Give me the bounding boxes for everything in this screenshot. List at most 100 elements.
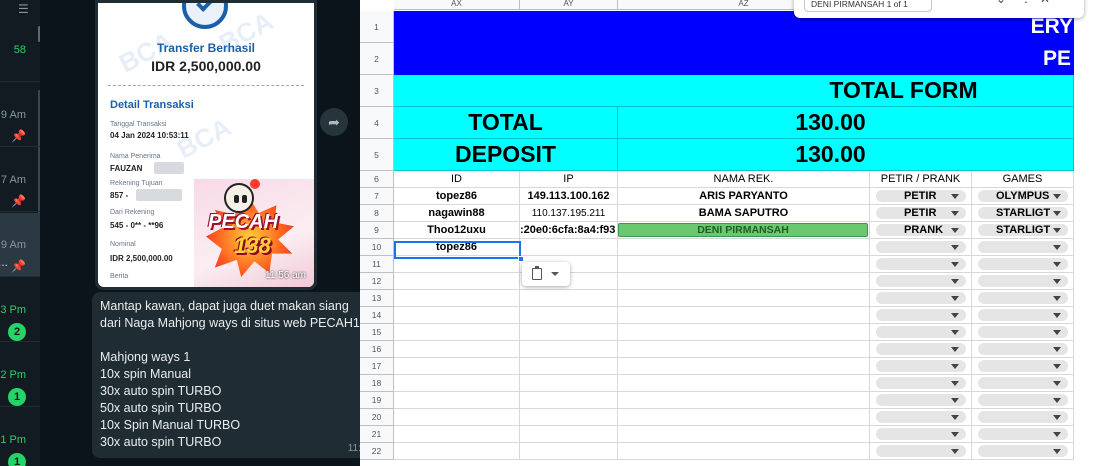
cell-ip[interactable]: [520, 324, 618, 341]
cell-nama[interactable]: [618, 239, 870, 256]
petir-prank-dropdown[interactable]: PRANK: [876, 224, 966, 236]
highlighted-match[interactable]: DENI PIRMANSAH: [618, 223, 868, 237]
cell-ip[interactable]: [520, 290, 618, 307]
cell-petir[interactable]: [870, 426, 972, 443]
cell-petir[interactable]: [870, 358, 972, 375]
games-dropdown[interactable]: STARLIGT: [978, 224, 1068, 236]
cell-games[interactable]: [972, 307, 1074, 324]
dropdown-arrow-icon[interactable]: [1053, 330, 1061, 335]
chat-list-item[interactable]: 3 Pm 2: [0, 278, 40, 342]
petir-prank-dropdown[interactable]: [876, 241, 966, 253]
header-ip[interactable]: IP: [520, 171, 618, 188]
dropdown-arrow-icon[interactable]: [951, 415, 959, 420]
dropdown-arrow-icon[interactable]: [951, 347, 959, 352]
cell-ip[interactable]: 149.113.100.162: [520, 188, 618, 205]
next-match-icon[interactable]: ⌄: [996, 0, 1006, 6]
cell-games[interactable]: [972, 273, 1074, 290]
dropdown-arrow-icon[interactable]: [951, 245, 959, 250]
petir-prank-dropdown[interactable]: [876, 292, 966, 304]
dropdown-arrow-icon[interactable]: [951, 449, 959, 454]
row-header[interactable]: 16: [360, 341, 394, 358]
cell-games[interactable]: [972, 443, 1074, 460]
row-header[interactable]: 1: [360, 11, 394, 43]
dropdown-arrow-icon[interactable]: [951, 279, 959, 284]
clipboard-icon[interactable]: [532, 266, 542, 280]
petir-prank-dropdown[interactable]: [876, 258, 966, 270]
cell-games[interactable]: [972, 409, 1074, 426]
banner-row-2[interactable]: PE: [394, 43, 1074, 75]
games-dropdown[interactable]: [978, 309, 1068, 321]
cell-petir[interactable]: [870, 273, 972, 290]
petir-prank-dropdown[interactable]: [876, 411, 966, 423]
cell-nama[interactable]: [618, 324, 870, 341]
dropdown-arrow-icon[interactable]: [1053, 262, 1061, 267]
cell-id[interactable]: [394, 307, 520, 324]
cell-petir[interactable]: [870, 392, 972, 409]
cell-id[interactable]: [394, 358, 520, 375]
cell-nama[interactable]: [618, 443, 870, 460]
dropdown-arrow-icon[interactable]: [1053, 228, 1061, 233]
row-header[interactable]: 11: [360, 256, 394, 273]
cell-ip[interactable]: [520, 341, 618, 358]
chat-list-item[interactable]: 7 Am 📌: [0, 148, 40, 212]
cell-games[interactable]: [972, 392, 1074, 409]
row-header[interactable]: 5: [360, 139, 394, 171]
previous-match-icon[interactable]: ⌃: [970, 0, 980, 8]
games-dropdown[interactable]: [978, 326, 1068, 338]
games-dropdown[interactable]: [978, 394, 1068, 406]
dropdown-arrow-icon[interactable]: [1053, 211, 1061, 216]
dropdown-arrow-icon[interactable]: [1053, 381, 1061, 386]
chat-list-item[interactable]: 1 Pm 1: [0, 408, 40, 466]
petir-prank-dropdown[interactable]: [876, 360, 966, 372]
dropdown-arrow-icon[interactable]: [1053, 364, 1061, 369]
cell-nama[interactable]: ARIS PARYANTO: [618, 188, 870, 205]
cell-games[interactable]: STARLIGT: [972, 205, 1074, 222]
games-dropdown[interactable]: [978, 411, 1068, 423]
cell-petir[interactable]: [870, 409, 972, 426]
cell-games[interactable]: [972, 426, 1074, 443]
cell-games[interactable]: [972, 290, 1074, 307]
row-header[interactable]: 21: [360, 426, 394, 443]
petir-prank-dropdown[interactable]: [876, 377, 966, 389]
cell-nama[interactable]: [618, 375, 870, 392]
filter-icon[interactable]: ☰: [18, 2, 29, 16]
cell-games[interactable]: [972, 324, 1074, 341]
petir-prank-dropdown[interactable]: PETIR: [876, 190, 966, 202]
cell-petir[interactable]: PETIR: [870, 188, 972, 205]
cell-id[interactable]: nagawin88: [394, 205, 520, 222]
row-header[interactable]: 14: [360, 307, 394, 324]
total-value-cell[interactable]: 130.00: [618, 107, 1074, 139]
cell-ip[interactable]: :20e0:6cfa:8a4:f93: [520, 222, 618, 239]
dropdown-arrow-icon[interactable]: [951, 330, 959, 335]
row-header[interactable]: 18: [360, 375, 394, 392]
row-header[interactable]: 4: [360, 107, 394, 139]
petir-prank-dropdown[interactable]: [876, 326, 966, 338]
row-header[interactable]: 20: [360, 409, 394, 426]
cell-nama[interactable]: DENI PIRMANSAH: [618, 222, 870, 239]
row-header[interactable]: 17: [360, 358, 394, 375]
chat-list-item[interactable]: 58: [0, 18, 40, 82]
dropdown-arrow-icon[interactable]: [951, 432, 959, 437]
cell-ip[interactable]: [520, 307, 618, 324]
cell-petir[interactable]: [870, 256, 972, 273]
row-header[interactable]: 13: [360, 290, 394, 307]
games-dropdown[interactable]: [978, 360, 1068, 372]
games-dropdown[interactable]: STARLIGT: [978, 207, 1068, 219]
cell-nama[interactable]: [618, 426, 870, 443]
cell-petir[interactable]: PETIR: [870, 205, 972, 222]
dropdown-arrow-icon[interactable]: [951, 296, 959, 301]
cell-id[interactable]: [394, 341, 520, 358]
row-header[interactable]: 6: [360, 171, 394, 188]
games-dropdown[interactable]: [978, 343, 1068, 355]
row-header[interactable]: 15: [360, 324, 394, 341]
fill-handle[interactable]: [518, 256, 524, 262]
cell-nama[interactable]: [618, 358, 870, 375]
row-header[interactable]: 2: [360, 43, 394, 75]
cell-id[interactable]: [394, 392, 520, 409]
paste-options-popup[interactable]: [522, 262, 570, 286]
cell-ip[interactable]: [520, 358, 618, 375]
cell-games[interactable]: [972, 341, 1074, 358]
dropdown-arrow-icon[interactable]: [1053, 279, 1061, 284]
cell-id[interactable]: Thoo12uxu: [394, 222, 520, 239]
cell-nama[interactable]: [618, 273, 870, 290]
